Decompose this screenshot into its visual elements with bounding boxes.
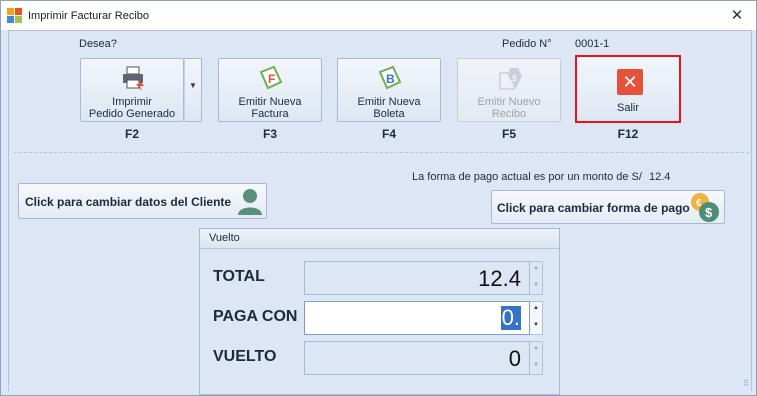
resize-grip-icon[interactable]: ⠿	[743, 380, 753, 392]
vuelto-field: 0	[304, 341, 530, 375]
paga-con-spinner[interactable]: ▲ ▼	[530, 301, 543, 335]
vuelto-header: Vuelto	[200, 229, 559, 249]
change-client-label: Click para cambiar datos del Cliente	[25, 195, 232, 209]
invoice-f-icon: F	[259, 65, 283, 90]
vuelto-group: Vuelto TOTAL 12.4 ▲ ▼ PAGA CON 0. ▲ ▼ VU…	[199, 228, 560, 395]
svg-text:B: B	[386, 72, 395, 86]
paga-con-value[interactable]: 0.	[500, 306, 521, 330]
exit-label: Salir	[616, 102, 639, 114]
vuelto-value: 0	[508, 346, 521, 371]
spin-down-icon: ▼	[533, 282, 539, 288]
pedido-label: Pedido N°	[502, 38, 552, 50]
chevron-down-icon: ▼	[189, 81, 197, 90]
coins-icon: € $	[691, 193, 719, 222]
new-invoice-button[interactable]: F Emitir Nueva Factura	[218, 58, 322, 122]
shortcut-f2: F2	[124, 127, 139, 141]
window-close-icon[interactable]: ✕	[727, 6, 747, 26]
spin-down-icon: ▼	[533, 362, 539, 368]
new-invoice-label: Emitir Nueva Factura	[238, 96, 302, 120]
svg-text:$: $	[705, 205, 713, 220]
vuelto-label: VUELTO	[213, 348, 277, 365]
new-boleta-label: Emitir Nueva Boleta	[357, 96, 421, 120]
total-value: 12.4	[478, 266, 521, 291]
spin-down-icon[interactable]: ▼	[533, 322, 539, 328]
print-order-label: Imprimir Pedido Generado	[88, 96, 176, 120]
close-icon: ✕	[617, 69, 643, 95]
shortcut-f4: F4	[381, 127, 396, 141]
payment-info-text: La forma de pago actual es por un monto …	[412, 171, 642, 183]
print-order-button[interactable]: Imprimir Pedido Generado	[80, 58, 184, 122]
divider	[14, 152, 749, 153]
printer-icon	[123, 66, 144, 91]
paga-con-label: PAGA CON	[213, 308, 298, 325]
vuelto-spinner: ▲ ▼	[530, 341, 543, 375]
receipt-b-icon: B	[378, 65, 402, 90]
window-title: Imprimir Facturar Recibo	[28, 10, 150, 22]
shortcut-f12: F12	[617, 127, 639, 141]
svg-text:F: F	[268, 72, 275, 86]
vuelto-title: Vuelto	[209, 232, 240, 244]
change-payment-button[interactable]: Click para cambiar forma de pago € $	[491, 190, 725, 224]
total-spinner: ▲ ▼	[530, 261, 543, 295]
new-recibo-label: Emitir Nuevo Recibo	[477, 96, 541, 120]
payment-info: La forma de pago actual es por un monto …	[412, 171, 670, 183]
total-label: TOTAL	[213, 268, 265, 285]
change-client-button[interactable]: Click para cambiar datos del Cliente	[18, 183, 267, 219]
spin-up-icon: ▲	[533, 345, 539, 351]
payment-amount: 12.4	[649, 171, 671, 183]
title-bar: Imprimir Facturar Recibo ✕	[1, 1, 756, 30]
app-icon	[7, 8, 22, 23]
print-dropdown-button[interactable]: ▼	[184, 58, 202, 122]
shortcut-f3: F3	[262, 127, 277, 141]
pedido-number: 0001-1	[575, 38, 610, 50]
svg-text:$: $	[512, 74, 517, 83]
spin-up-icon[interactable]: ▲	[533, 305, 539, 311]
new-recibo-button[interactable]: $ Emitir Nuevo Recibo	[457, 58, 561, 122]
paga-con-input[interactable]: 0.	[304, 301, 530, 335]
receipt-tag-icon: $	[499, 68, 522, 90]
spin-up-icon: ▲	[533, 265, 539, 271]
client-area: Desea? Pedido N° 0001-1 Imprimir Pedido …	[8, 30, 752, 395]
desea-label: Desea?	[79, 38, 117, 50]
total-field: 12.4	[304, 261, 530, 295]
main-window: Imprimir Facturar Recibo ✕ Desea? Pedido…	[0, 0, 757, 396]
new-boleta-button[interactable]: B Emitir Nueva Boleta	[337, 58, 441, 122]
exit-button[interactable]: ✕ Salir	[575, 55, 681, 123]
shortcut-f5: F5	[501, 127, 516, 141]
user-icon	[238, 189, 262, 215]
change-payment-label: Click para cambiar forma de pago	[497, 201, 690, 215]
